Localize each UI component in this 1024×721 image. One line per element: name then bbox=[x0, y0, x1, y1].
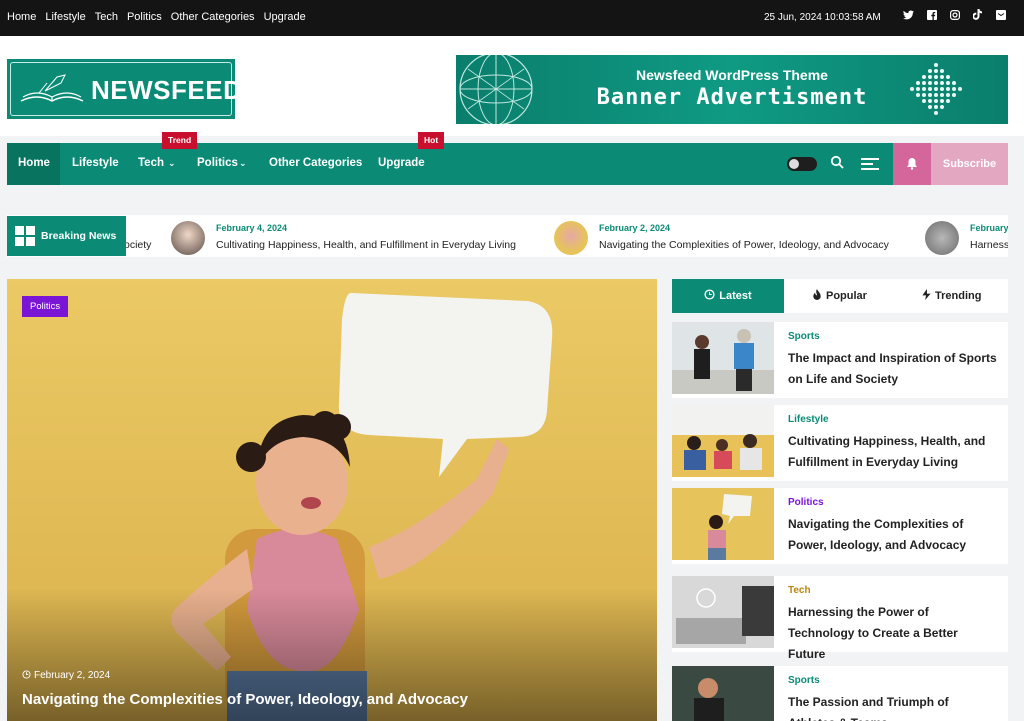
instagram-icon[interactable] bbox=[949, 9, 960, 20]
nav-item-other-categories[interactable]: Other Categories bbox=[269, 157, 362, 169]
open-book-icon bbox=[20, 74, 84, 102]
sidebar-post[interactable]: Politics Navigating the Complexities of … bbox=[672, 488, 1008, 564]
top-links: Home Lifestyle Tech Politics Other Categ… bbox=[7, 11, 306, 23]
nav-item-home[interactable]: Home bbox=[7, 143, 60, 185]
hot-badge: Hot bbox=[418, 132, 445, 149]
current-datetime: 25 Jun, 2024 10:03:58 AM bbox=[764, 12, 881, 23]
tab-latest[interactable]: Latest bbox=[672, 279, 784, 313]
featured-post-title[interactable]: Navigating the Complexities of Power, Id… bbox=[22, 691, 468, 708]
post-date: February 2, 2024 bbox=[22, 670, 110, 681]
sidebar-post[interactable]: Lifestyle Cultivating Happiness, Health,… bbox=[672, 405, 1008, 481]
post-category[interactable]: Sports bbox=[788, 331, 820, 342]
site-logo[interactable]: NEWSFEED bbox=[7, 59, 242, 119]
nav-item-tech[interactable]: Tech bbox=[138, 157, 164, 169]
grid-icon bbox=[15, 226, 35, 246]
top-link-tech[interactable]: Tech bbox=[95, 11, 118, 23]
bell-icon bbox=[907, 158, 917, 170]
twitter-icon[interactable] bbox=[903, 9, 914, 20]
breaking-thumbnail bbox=[925, 221, 959, 255]
top-link-home[interactable]: Home bbox=[7, 11, 36, 23]
sidebar-tabs: Latest Popular Trending bbox=[672, 279, 1008, 313]
menu-icon[interactable] bbox=[861, 157, 879, 171]
category-badge[interactable]: Politics bbox=[22, 296, 69, 317]
breaking-news-label: Breaking News bbox=[7, 216, 126, 256]
top-link-other-categories[interactable]: Other Categories bbox=[171, 11, 255, 23]
social-links bbox=[903, 9, 1006, 20]
notification-button[interactable] bbox=[893, 143, 931, 185]
post-category[interactable]: Lifestyle bbox=[788, 414, 829, 425]
top-link-lifestyle[interactable]: Lifestyle bbox=[45, 11, 85, 23]
clock-icon bbox=[704, 289, 715, 300]
mail-icon[interactable] bbox=[995, 9, 1006, 20]
top-link-politics[interactable]: Politics bbox=[127, 11, 162, 23]
sidebar-post[interactable]: Sports The Impact and Inspiration of Spo… bbox=[672, 322, 1008, 398]
sidebar-post[interactable]: Tech Harnessing the Power of Technology … bbox=[672, 576, 1008, 661]
post-thumbnail bbox=[672, 405, 774, 477]
site-header: NEWSFEED Newsfeed WordPress Theme Banner… bbox=[0, 36, 1024, 136]
clock-icon bbox=[22, 670, 31, 679]
breaking-thumbnail bbox=[171, 221, 205, 255]
logo-text: NEWSFEED bbox=[91, 75, 243, 105]
breaking-thumbnail bbox=[554, 221, 588, 255]
search-icon[interactable] bbox=[830, 155, 844, 169]
chevron-down-icon: ⌄ bbox=[239, 158, 247, 168]
nav-item-politics[interactable]: Politics bbox=[197, 157, 238, 169]
tab-popular[interactable]: Popular bbox=[812, 279, 867, 313]
featured-post[interactable]: Politics February 2, 2024 Navigating the… bbox=[7, 279, 657, 721]
dot-pattern-graphic bbox=[910, 63, 962, 115]
top-link-upgrade[interactable]: Upgrade bbox=[264, 11, 306, 23]
featured-image bbox=[7, 279, 657, 721]
chevron-down-icon: ⌄ bbox=[168, 158, 176, 168]
banner-advertisement[interactable]: Newsfeed WordPress Theme Banner Advertis… bbox=[456, 55, 1008, 124]
sidebar-post[interactable]: Sports The Passion and Triumph of Athlet… bbox=[672, 666, 1008, 721]
post-thumbnail bbox=[672, 322, 774, 394]
nav-item-lifestyle[interactable]: Lifestyle bbox=[72, 157, 119, 169]
post-thumbnail bbox=[672, 576, 774, 648]
tiktok-icon[interactable] bbox=[972, 9, 983, 20]
trend-badge: Trend bbox=[162, 132, 198, 149]
top-bar: Home Lifestyle Tech Politics Other Categ… bbox=[0, 0, 1024, 36]
facebook-icon[interactable] bbox=[926, 9, 937, 20]
subscribe-button[interactable]: Subscribe bbox=[931, 143, 1008, 185]
main-nav: Home Lifestyle Tech ⌄ Politics ⌄ Other C… bbox=[7, 143, 1008, 185]
nav-item-upgrade[interactable]: Upgrade bbox=[378, 157, 425, 169]
post-category[interactable]: Sports bbox=[788, 675, 820, 686]
post-thumbnail bbox=[672, 488, 774, 560]
fire-icon bbox=[813, 289, 821, 300]
post-category[interactable]: Politics bbox=[788, 497, 824, 508]
post-title[interactable]: Cultivating Happiness, Health, and Fulfi… bbox=[788, 431, 998, 473]
post-title[interactable]: Navigating the Complexities of Power, Id… bbox=[788, 514, 998, 556]
post-category[interactable]: Tech bbox=[788, 585, 811, 596]
post-thumbnail bbox=[672, 666, 774, 721]
bolt-icon bbox=[922, 289, 931, 300]
post-title[interactable]: The Passion and Triumph of Athletes & Te… bbox=[788, 692, 998, 721]
breaking-news-ticker: Breaking News ociety February 4, 2024 Cu… bbox=[7, 215, 1008, 257]
post-title[interactable]: The Impact and Inspiration of Sports on … bbox=[788, 348, 998, 390]
post-title[interactable]: Harnessing the Power of Technology to Cr… bbox=[788, 602, 998, 665]
dark-mode-toggle[interactable] bbox=[787, 157, 817, 171]
tab-trending[interactable]: Trending bbox=[922, 279, 981, 313]
